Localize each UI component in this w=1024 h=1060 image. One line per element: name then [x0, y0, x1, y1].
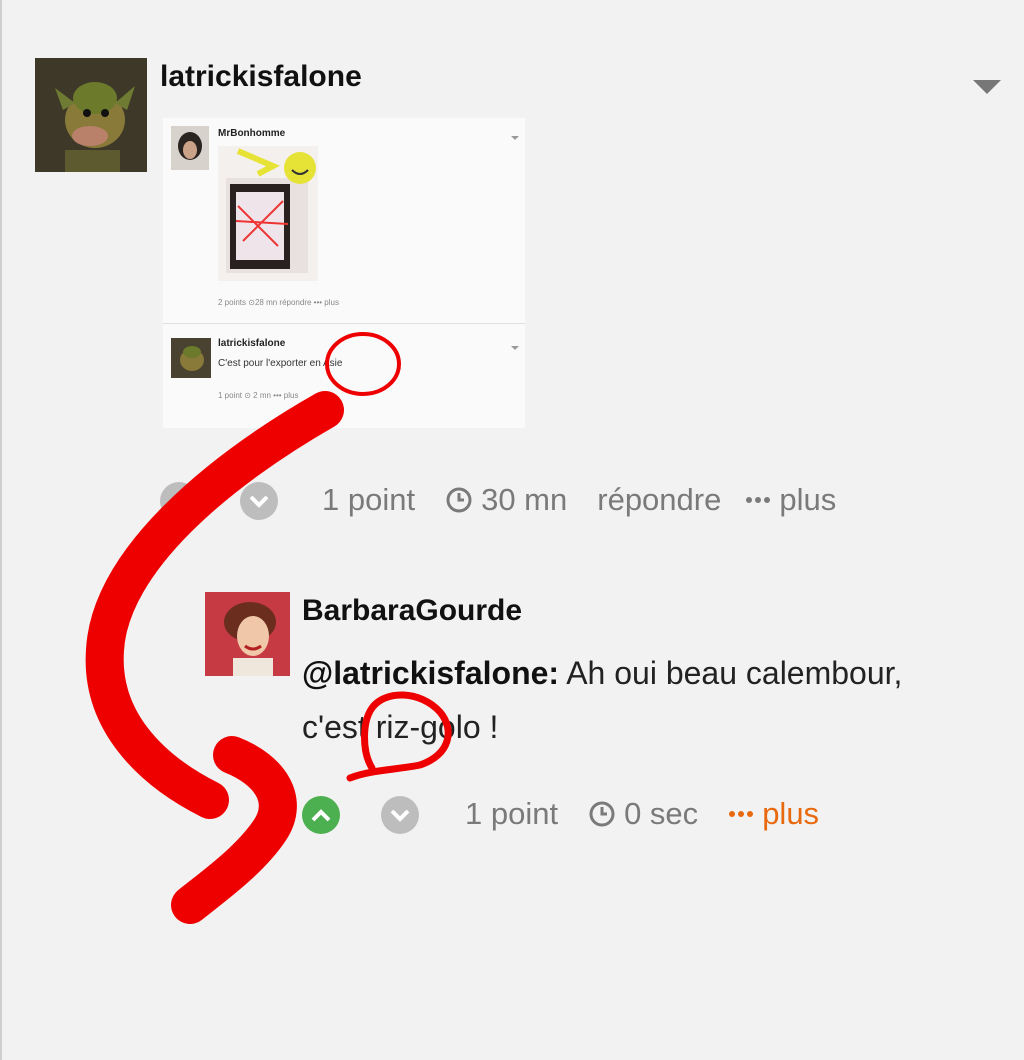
clock-icon	[446, 487, 472, 513]
more-link-2[interactable]: plus	[728, 796, 819, 832]
points: 1 point	[322, 482, 416, 517]
more-dots-icon	[746, 497, 771, 503]
mention[interactable]: @latrickisfalone:	[302, 655, 559, 691]
time-text: 30 mn	[481, 482, 568, 517]
mini-comment-text: C'est pour l'exporter en Asie	[218, 358, 343, 369]
downvote-icon[interactable]	[381, 796, 419, 834]
mini-image	[218, 146, 318, 281]
mini-username: MrBonhomme	[218, 128, 286, 139]
comment-author[interactable]: latrickisfalone	[160, 60, 362, 94]
frame-border	[0, 0, 2, 1060]
mini-caret-icon	[511, 136, 519, 140]
points-2: 1 point	[465, 796, 559, 831]
mini-username-2: latrickisfalone	[218, 338, 286, 349]
more-link[interactable]: plus	[745, 482, 836, 518]
comment-body: @latrickisfalone: Ah oui beau calembour,…	[302, 646, 992, 754]
more-text-2: plus	[762, 796, 820, 831]
timestamp-2: 0 sec	[588, 796, 698, 832]
avatar[interactable]	[35, 58, 147, 172]
mini-avatar	[171, 126, 209, 170]
mini-meta: 2 points ⊙28 mn répondre ••• plus	[218, 298, 339, 307]
comment-author-2[interactable]: BarbaraGourde	[302, 594, 522, 628]
reply-link[interactable]: répondre	[597, 482, 721, 518]
clock-icon	[589, 801, 615, 827]
more-dots-icon	[729, 811, 754, 817]
comment-meta-2: 1 point 0 sec plus	[465, 796, 819, 832]
time-text-2: 0 sec	[624, 796, 699, 831]
timestamp: 30 mn	[445, 482, 567, 518]
embedded-screenshot: MrBonhomme 2 points ⊙28 mn répondre ••• …	[163, 118, 525, 428]
mini-avatar-2	[171, 338, 211, 378]
comment-line-1: Ah oui beau calembour,	[559, 655, 903, 691]
comment-meta: 1 point 30 mn répondre plus	[322, 482, 836, 518]
mini-divider	[163, 323, 525, 324]
avatar-2[interactable]	[205, 592, 290, 676]
goblin-avatar-image	[35, 58, 147, 172]
upvote-icon[interactable]	[302, 796, 340, 834]
arrow-annotation-head	[171, 736, 297, 924]
mini-caret-icon-2	[511, 346, 519, 350]
comment-line-2: c'est riz-golo !	[302, 709, 499, 745]
woman-avatar-image	[205, 592, 290, 676]
caret-down-icon[interactable]	[973, 80, 1001, 94]
upvote-icon[interactable]	[160, 482, 198, 520]
downvote-icon[interactable]	[240, 482, 278, 520]
more-text: plus	[779, 482, 837, 517]
mini-meta-2: 1 point ⊙ 2 mn ••• plus	[218, 391, 299, 400]
